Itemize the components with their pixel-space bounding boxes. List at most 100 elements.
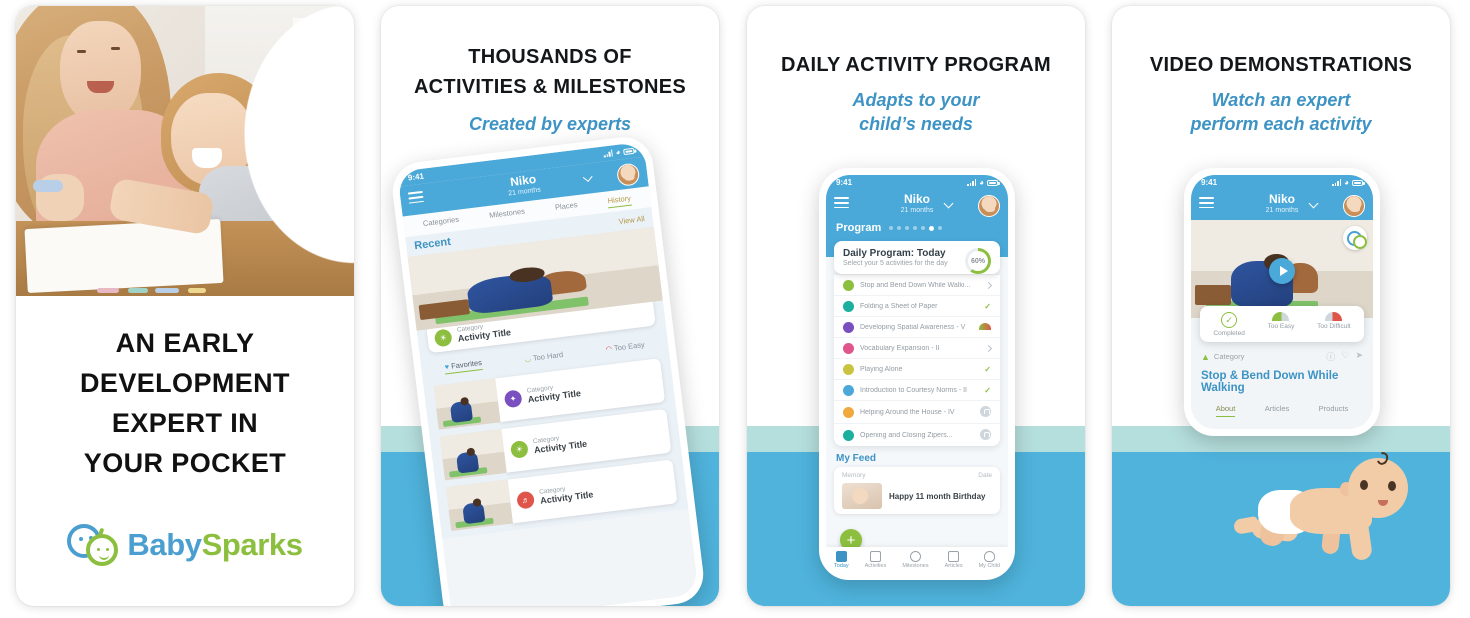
check-icon: ✓ [984,364,991,374]
check-icon: ✓ [984,301,991,311]
panel3-subtitle-line-1: Adapts to your [852,90,980,110]
video-player[interactable] [1191,220,1373,319]
heart-icon[interactable]: ♡ [1341,350,1349,363]
list-item[interactable]: Playing Alone ✓ [834,358,1000,379]
feed-item[interactable]: Memory Date Happy 11 month Birthday [834,467,1000,515]
panel4-title: VIDEO DEMONSTRATIONS [1120,50,1442,80]
child-age: 21 months [900,207,934,215]
menu-icon[interactable] [407,190,425,207]
activity-icon [843,406,854,418]
avatar[interactable] [978,195,1000,217]
tab-places[interactable]: Places [555,200,579,215]
headline-line-4: YOUR POCKET [83,447,287,478]
progress-label: 60% [970,257,985,265]
program-header: Program [826,220,1008,242]
activity-info: ▲ Category ⓘ ♡ ➤ Stop & Bend Down While … [1191,342,1373,418]
status-bar: 9:41 ◕ [1191,175,1373,190]
activity-thumb[interactable] [445,479,513,532]
logo-text-baby: Baby [127,527,202,562]
tab-products[interactable]: Products [1319,404,1349,417]
nav-activities[interactable]: Activities [865,551,886,569]
view-all-link[interactable]: View All [618,214,645,226]
activity-name: Folding a Sheet of Paper [860,302,938,310]
activity-name: Vocabulary Expansion - II [860,344,940,352]
share-icon[interactable]: ➤ [1355,350,1363,363]
progress-ring: 60% [965,248,991,275]
panel4-subtitle: Watch an expert perform each activity [1120,88,1442,137]
chevron-right-icon[interactable] [979,344,993,353]
chevron-right-icon[interactable] [979,281,993,290]
avatar[interactable] [1343,195,1365,217]
rating-completed[interactable]: ✓ Completed [1213,312,1245,337]
panel4-subtitle-line-2: perform each activity [1190,114,1372,135]
list-item[interactable]: Developing Spatial Awareness - V [834,316,1000,337]
headline-line-1: AN EARLY [115,328,255,358]
phone-mockup-activities: 9:41 ◕ Niko 21 months Categories Milesto… [389,133,707,606]
panel4-subtitle-line-1: Watch an expert [1211,90,1351,110]
tab-milestones[interactable]: Milestones [489,207,526,223]
tab-articles[interactable]: Articles [1265,404,1290,417]
status-time: 9:41 [836,178,853,187]
list-item[interactable]: Introduction to Courtesy Norms - II ✓ [834,379,1000,400]
child-name: Niko [903,192,930,206]
info-icon[interactable]: ⓘ [1326,350,1335,363]
battery-icon [622,147,635,155]
activity-thumb[interactable] [433,378,501,430]
panel3-title: DAILY ACTIVITY PROGRAM [755,50,1077,80]
panel2-title-line-2: ACTIVITIES & MILESTONES [413,76,687,98]
gauge-hard-icon [1325,312,1343,322]
list-item[interactable]: Folding a Sheet of Paper ✓ [834,295,1000,316]
play-button[interactable] [1269,258,1295,285]
list-item[interactable]: Vocabulary Expansion - II [834,337,1000,358]
activity-name: Stop and Bend Down While Walki... [860,281,971,289]
app-header: Niko 21 months [1191,190,1373,221]
activity-name: Opening and Closing Zipers... [860,431,953,439]
tab-categories[interactable]: Categories [422,215,459,231]
nav-today[interactable]: Today [834,551,849,569]
menu-icon[interactable] [834,197,849,211]
check-circle-icon: ✓ [1221,312,1238,329]
daily-program-card[interactable]: Daily Program: Today Select your 5 activ… [834,241,1000,275]
phone-mockup-video: 9:41 ◕ Niko 21 months ✓ Completed Too Ea… [1184,168,1380,436]
filter-favorites[interactable]: ♥ Favorites [444,358,483,375]
list-item[interactable]: Helping Around the House - IV [834,400,1000,423]
rating-too-easy[interactable]: Too Easy [1268,312,1294,337]
logo-wordmark: BabySparks [127,527,303,563]
activity-thumb[interactable] [439,429,507,481]
activity-icon [843,429,854,441]
program-pagination-dots[interactable] [889,225,943,231]
activity-name: Introduction to Courtesy Norms - II [860,386,967,394]
rating-too-difficult[interactable]: Too Difficult [1317,312,1351,337]
list-item[interactable]: Opening and Closing Zipers... [834,423,1000,446]
battery-icon [987,179,1000,186]
activity-category: ▲ Category [1201,351,1245,362]
nav-my-child[interactable]: My Child [979,551,1000,569]
app-header: Niko 21 months [826,190,1008,221]
filter-too-hard[interactable]: ◡ Too Hard [524,350,564,364]
panel-video-demos: VIDEO DEMONSTRATIONS Watch an expert per… [1112,6,1450,606]
lock-icon [979,428,991,442]
tab-about[interactable]: About [1215,404,1236,418]
feed-meta-date: Date [978,472,992,480]
nav-milestones[interactable]: Milestones [902,551,929,569]
status-time: 9:41 [1201,178,1218,187]
activity-icon [843,300,854,312]
category-icon: ☀ [509,439,529,459]
activity-icon [843,321,854,333]
menu-icon[interactable] [1199,197,1214,211]
filter-too-easy[interactable]: ◠ Too Easy [605,340,645,354]
panel3-subtitle: Adapts to your child’s needs [755,88,1077,137]
child-name: Niko [1268,192,1295,206]
page-title: AN EARLY DEVELOPMENT EXPERT IN YOUR POCK… [16,324,354,484]
list-item[interactable]: Stop and Bend Down While Walki... [834,274,1000,295]
tab-history[interactable]: History [607,193,632,209]
rating-bar: ✓ Completed Too Easy Too Difficult [1200,306,1364,343]
activity-icon [843,279,854,291]
panel4-title-line-1: VIDEO DEMONSTRATIONS [1149,54,1413,76]
nav-articles[interactable]: Articles [945,551,963,569]
activity-actions: ⓘ ♡ ➤ [1326,350,1363,363]
feed-meta-memory: Memory [842,472,866,480]
wifi-icon: ◕ [979,178,984,187]
activity-name: Developing Spatial Awareness - V [860,323,966,331]
program-label: Program [836,222,882,235]
